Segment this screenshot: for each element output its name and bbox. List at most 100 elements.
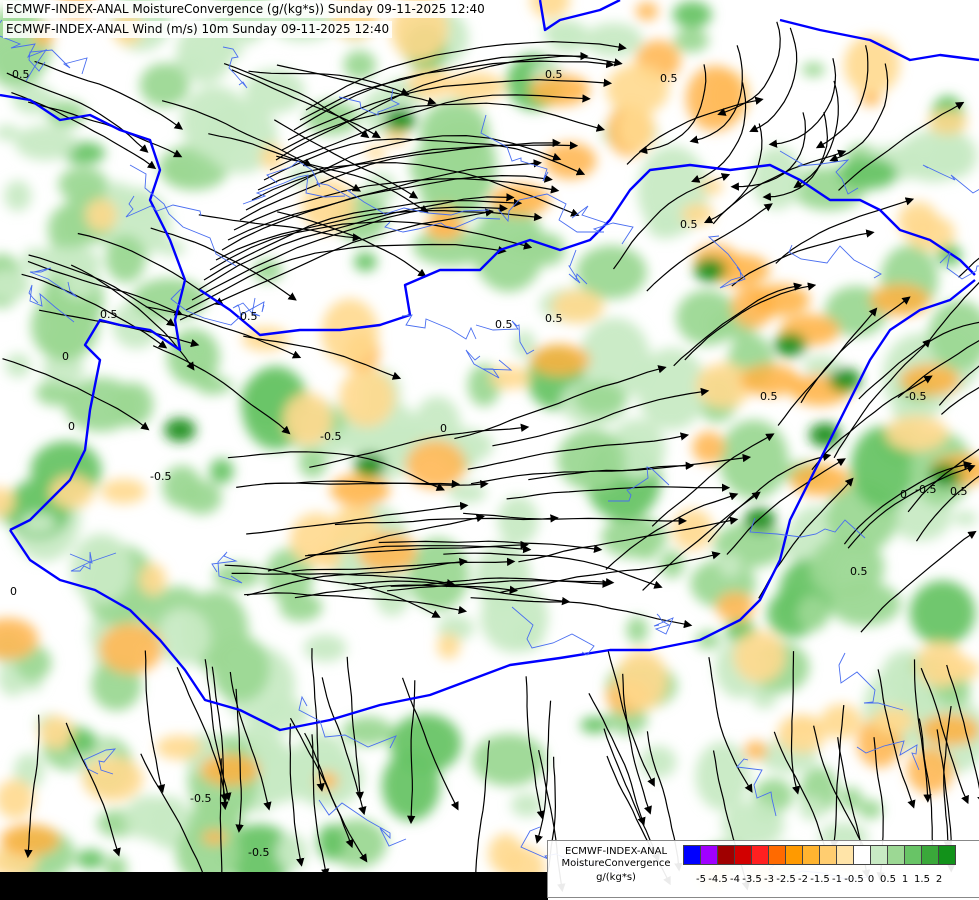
convergence-area bbox=[105, 235, 146, 283]
divergence-area bbox=[843, 35, 900, 95]
convergence-area bbox=[584, 22, 643, 58]
convergence-area bbox=[298, 449, 327, 478]
contour-label: 0 bbox=[68, 420, 75, 433]
contour-label: 0.5 bbox=[760, 390, 778, 403]
convergence-area bbox=[155, 608, 211, 665]
divergence-area bbox=[733, 630, 786, 683]
legend-swatch bbox=[938, 845, 956, 865]
legend-parameter: MoistureConvergence bbox=[561, 858, 671, 869]
contour-label: -0.5 bbox=[190, 792, 211, 805]
contour-label: 0.5 bbox=[545, 68, 563, 81]
legend-tick-label: -5 bbox=[696, 874, 706, 885]
divergence-area bbox=[155, 735, 203, 760]
divergence-area bbox=[927, 110, 968, 135]
legend-swatch bbox=[802, 845, 820, 865]
convergence-area bbox=[858, 799, 883, 820]
convergence-area bbox=[353, 252, 378, 272]
divergence-area bbox=[202, 830, 228, 845]
convergence-area bbox=[646, 213, 684, 239]
map-canvas[interactable]: 0.5 0.5 0.50.5 0.500 00-0.5-0.5-0.5-0.5-0.50… bbox=[0, 0, 979, 900]
convergence-area bbox=[5, 353, 31, 378]
legend-tick-label: 0.5 bbox=[880, 874, 896, 885]
divergence-area bbox=[436, 633, 461, 660]
divergence-area bbox=[241, 326, 289, 352]
strong-convergence bbox=[774, 333, 806, 357]
convergence-area bbox=[909, 580, 976, 646]
convergence-area bbox=[672, 1, 712, 29]
convergence-area bbox=[557, 428, 627, 491]
legend-swatch bbox=[836, 845, 854, 865]
contour-label: -0.5 bbox=[248, 846, 269, 859]
divergence-area bbox=[530, 344, 590, 376]
convergence-area bbox=[253, 259, 283, 282]
convergence-area bbox=[4, 180, 32, 212]
legend-swatch bbox=[751, 845, 769, 865]
contour-label: 0.5 bbox=[100, 308, 118, 321]
convergence-area bbox=[209, 458, 234, 484]
convergence-area bbox=[275, 833, 308, 871]
legend-swatch bbox=[921, 845, 939, 865]
legend-swatch bbox=[819, 845, 837, 865]
legend-model: ECMWF-INDEX-ANAL bbox=[564, 846, 668, 857]
convergence-area bbox=[673, 28, 709, 53]
divergence-area bbox=[330, 474, 390, 506]
divergence-area bbox=[139, 563, 167, 596]
convergence-area bbox=[317, 824, 346, 861]
convergence-area bbox=[342, 716, 394, 746]
convergence-area bbox=[14, 125, 77, 161]
convergence-area bbox=[799, 796, 826, 821]
convergence-area bbox=[497, 496, 539, 546]
legend-tick-label: -1 bbox=[832, 874, 842, 885]
contour-label: 0.5 bbox=[12, 68, 30, 81]
contour-label: 0.5 bbox=[850, 565, 868, 578]
divergence-area bbox=[85, 198, 118, 232]
convergence-area bbox=[76, 849, 106, 870]
convergence-area bbox=[389, 713, 462, 774]
contour-label: 0 bbox=[62, 350, 69, 363]
legend-swatches bbox=[683, 845, 956, 865]
divergence-area bbox=[488, 833, 524, 875]
convergence-area bbox=[639, 745, 677, 779]
divergence-area bbox=[39, 715, 74, 749]
divergence-area bbox=[870, 284, 930, 316]
legend-tick-label: 1 bbox=[901, 874, 909, 885]
contour-label: 0.5 bbox=[240, 310, 258, 323]
legend-tick-label: -3 bbox=[764, 874, 774, 885]
convergence-area bbox=[123, 795, 178, 840]
legend-swatch bbox=[700, 845, 718, 865]
legend-tick-label: -4.5 bbox=[708, 874, 728, 885]
divergence-area bbox=[635, 2, 659, 21]
convergence-area bbox=[695, 741, 750, 811]
legend-swatch bbox=[887, 845, 905, 865]
convergence-area bbox=[63, 377, 138, 432]
divergence-area bbox=[321, 298, 379, 367]
contour-label: -0.5 bbox=[150, 470, 171, 483]
convergence-area bbox=[180, 85, 250, 158]
divergence-area bbox=[200, 754, 260, 786]
contour-label: -0.5 bbox=[915, 483, 936, 496]
convergence-area bbox=[303, 634, 347, 662]
wind-title: ECMWF-INDEX-ANAL Wind (m/s) 10m Sunday 0… bbox=[3, 21, 393, 38]
divergence-area bbox=[100, 478, 147, 504]
divergence-area bbox=[692, 431, 726, 464]
legend-tick-label: -3.5 bbox=[742, 874, 762, 885]
legend-tick-label: 1.5 bbox=[914, 874, 930, 885]
convergence-area bbox=[419, 100, 490, 166]
legend-tick-label: -2.5 bbox=[776, 874, 796, 885]
convergence-area bbox=[636, 537, 657, 562]
divergence-area bbox=[871, 707, 915, 735]
convergence-area bbox=[953, 510, 978, 526]
legend-tick-label: -0.5 bbox=[844, 874, 864, 885]
convergence-area bbox=[838, 157, 898, 190]
legend-swatch bbox=[785, 845, 803, 865]
divergence-area bbox=[885, 415, 949, 452]
divergence-area bbox=[98, 623, 163, 674]
divergence-area bbox=[906, 747, 954, 794]
map-edge-band bbox=[0, 872, 548, 900]
legend-swatch bbox=[853, 845, 871, 865]
color-legend: ECMWF-INDEX-ANAL MoistureConvergence g/(… bbox=[547, 840, 979, 898]
convergence-area bbox=[801, 62, 826, 77]
legend-swatch bbox=[734, 845, 752, 865]
divergence-area bbox=[405, 439, 466, 490]
contour-label: -0.5 bbox=[905, 390, 926, 403]
